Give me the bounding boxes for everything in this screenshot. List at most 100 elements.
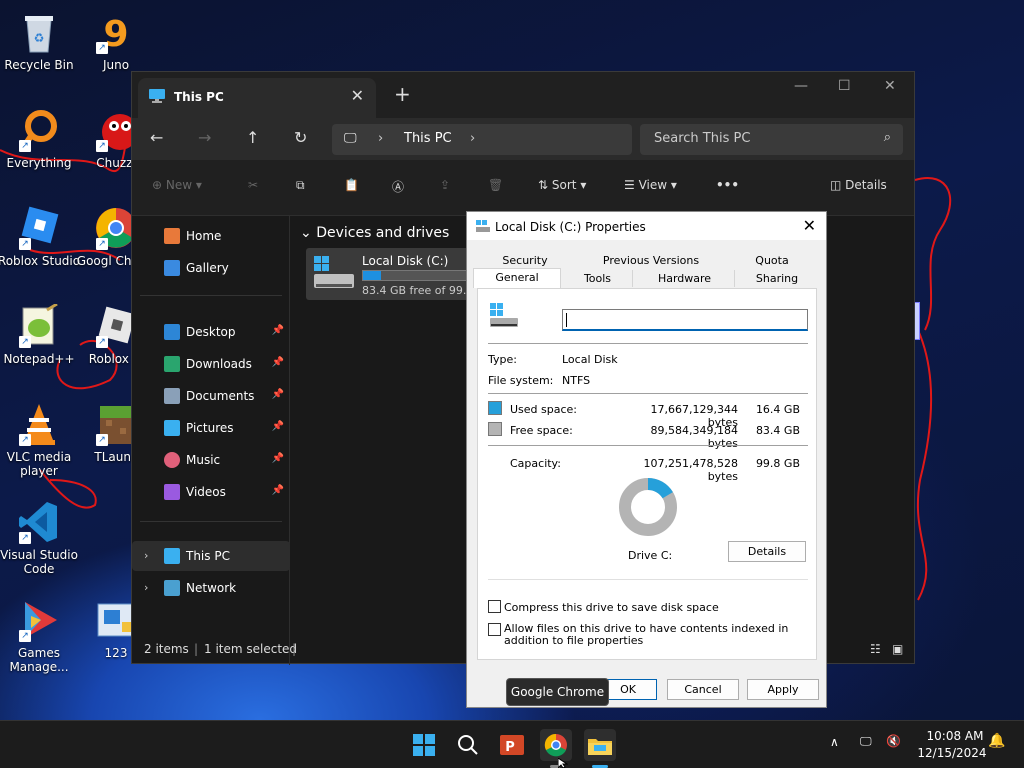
pin-icon[interactable]: 📌	[272, 453, 284, 464]
sidebar-item-downloads[interactable]: Downloads 📌	[132, 349, 290, 379]
shortcut-arrow-icon: ↗	[96, 336, 108, 348]
pin-icon[interactable]: 📌	[272, 389, 284, 400]
share-icon[interactable]: ⇪	[440, 178, 450, 192]
address-bar[interactable]: 🖵 › This PC ›	[332, 124, 632, 155]
tab-quota[interactable]: Quota	[737, 252, 807, 269]
desktop-icon-label: Everything	[6, 156, 72, 170]
desktop-icon-vlc[interactable]: ↗ VLC media player	[0, 402, 81, 478]
sidebar-item-videos[interactable]: Videos 📌	[132, 477, 290, 507]
type-value: Local Disk	[562, 353, 618, 366]
shortcut-arrow-icon: ↗	[96, 434, 108, 446]
sidebar-item-label: Home	[186, 229, 222, 243]
sidebar-item-desktop[interactable]: Desktop 📌	[132, 317, 290, 347]
desktop-icon-recycle-bin[interactable]: ♻ Recycle Bin	[0, 10, 81, 72]
status-divider: |	[292, 642, 297, 656]
new-button[interactable]: ⊕ New ▾	[152, 178, 202, 192]
explorer-title-bar: This PC ✕ + — ☐ ✕	[132, 72, 914, 118]
drive-tile-c[interactable]: Local Disk (C:) 83.4 GB free of 99.8	[306, 248, 476, 300]
drive-icon	[312, 254, 356, 297]
desktop-icon-juno[interactable]: 9 ↗ Juno	[74, 10, 158, 72]
navigation-pane: Home Gallery Desktop 📌 Downloads 📌 Docum…	[132, 215, 290, 665]
copy-icon[interactable]: ⧉	[296, 178, 305, 193]
sidebar-item-home[interactable]: Home	[132, 221, 290, 251]
network-status-icon[interactable]: 🖵	[860, 734, 872, 749]
forward-arrow-icon[interactable]: →	[198, 128, 211, 147]
tab-sharing[interactable]: Sharing	[737, 270, 817, 287]
volume-muted-icon[interactable]: 🔇	[886, 734, 901, 748]
list-view-icon[interactable]: ☷	[870, 642, 881, 656]
rename-icon[interactable]: Ⓐ	[392, 178, 404, 195]
minimize-icon[interactable]: —	[794, 78, 808, 94]
sidebar-item-network[interactable]: › Network	[132, 573, 290, 603]
address-segment[interactable]: This PC	[404, 131, 452, 146]
new-plus-icon: ⊕	[152, 178, 163, 192]
apply-button[interactable]: Apply	[747, 679, 819, 700]
shortcut-arrow-icon: ↗	[19, 434, 31, 446]
file-explorer-taskbar-button[interactable]	[584, 729, 616, 761]
disk-cleanup-details-button[interactable]: Details	[728, 541, 806, 562]
section-header[interactable]: ⌄ Devices and drives	[300, 225, 449, 241]
tab-general[interactable]: General	[473, 268, 561, 288]
show-hidden-icons[interactable]: ∧	[830, 735, 839, 749]
compress-checkbox[interactable]	[488, 600, 501, 613]
tab-security[interactable]: Security	[487, 252, 563, 269]
search-button[interactable]	[452, 729, 484, 761]
view-button[interactable]: ☰ View ▾	[624, 178, 677, 192]
filesystem-label: File system:	[488, 374, 554, 387]
tiles-view-icon[interactable]: ▣	[892, 642, 903, 656]
desktop-icon-vscode[interactable]: ↗ Visual Studio Code	[0, 500, 81, 576]
index-checkbox[interactable]	[488, 623, 501, 636]
tab-hardware[interactable]: Hardware	[635, 270, 735, 287]
sort-button[interactable]: ⇅ Sort ▾	[538, 178, 586, 192]
close-window-icon[interactable]: ✕	[884, 78, 896, 94]
volume-name-input[interactable]	[562, 309, 808, 331]
chevron-right-icon[interactable]: ›	[144, 549, 148, 562]
chrome-taskbar-button[interactable]	[540, 729, 572, 761]
capacity-label: Capacity:	[510, 457, 561, 470]
more-options-icon[interactable]: •••	[716, 178, 739, 192]
pin-icon[interactable]: 📌	[272, 325, 284, 336]
chevron-right-icon[interactable]: ›	[144, 581, 148, 594]
details-pane-button[interactable]: ◫ Details	[830, 178, 887, 192]
back-arrow-icon[interactable]: ←	[150, 128, 163, 147]
everything-icon: ↗	[17, 108, 61, 152]
search-box[interactable]: Search This PC ⌕	[640, 124, 903, 155]
desktop-icon-notepadpp[interactable]: ↗ Notepad++	[0, 302, 81, 366]
cancel-button[interactable]: Cancel	[667, 679, 739, 700]
search-icon	[458, 735, 478, 755]
clock-time[interactable]: 10:08 AM	[920, 729, 990, 743]
roblox-studio-icon: ↗	[17, 206, 61, 250]
start-button[interactable]	[408, 729, 440, 761]
sidebar-item-documents[interactable]: Documents 📌	[132, 381, 290, 411]
sidebar-item-pictures[interactable]: Pictures 📌	[132, 413, 290, 443]
notification-bell-icon[interactable]: 🔔	[988, 733, 1005, 749]
desktop-icon-label: Visual Studio Code	[0, 548, 78, 576]
pin-icon[interactable]: 📌	[272, 357, 284, 368]
delete-icon[interactable]: 🗑	[488, 178, 503, 192]
desktop-icon-games-manager[interactable]: ↗ Games Manage...	[0, 598, 81, 674]
cut-icon[interactable]: ✂	[248, 178, 258, 192]
sidebar-item-music[interactable]: Music 📌	[132, 445, 290, 475]
maximize-icon[interactable]: ☐	[838, 78, 851, 94]
close-tab-icon[interactable]: ✕	[351, 86, 364, 105]
sidebar-item-this-pc[interactable]: › This PC	[132, 541, 290, 571]
new-tab-icon[interactable]: +	[394, 82, 411, 106]
tab-previous-versions[interactable]: Previous Versions	[587, 252, 715, 269]
powerpoint-taskbar-button[interactable]: P	[496, 729, 528, 761]
desktop-icon-everything[interactable]: ↗ Everything	[0, 108, 81, 170]
pin-icon[interactable]: 📌	[272, 421, 284, 432]
paste-icon[interactable]: 📋	[344, 178, 359, 192]
close-dialog-icon[interactable]: ✕	[803, 216, 816, 235]
clock-date[interactable]: 12/15/2024	[914, 746, 990, 760]
tab-tools[interactable]: Tools	[563, 270, 633, 287]
refresh-icon[interactable]: ↻	[294, 128, 307, 147]
desktop-icon-roblox-studio[interactable]: ↗ Roblox Studio	[0, 206, 81, 268]
chevron-right-icon[interactable]: ›	[470, 131, 475, 146]
up-arrow-icon[interactable]: ↑	[246, 128, 259, 147]
sidebar-item-gallery[interactable]: Gallery	[132, 253, 290, 283]
explorer-tab[interactable]: This PC ✕	[138, 78, 376, 118]
status-divider: |	[194, 642, 199, 656]
free-space-gb: 83.4 GB	[755, 424, 800, 437]
pin-icon[interactable]: 📌	[272, 485, 284, 496]
search-icon: ⌕	[883, 130, 891, 145]
